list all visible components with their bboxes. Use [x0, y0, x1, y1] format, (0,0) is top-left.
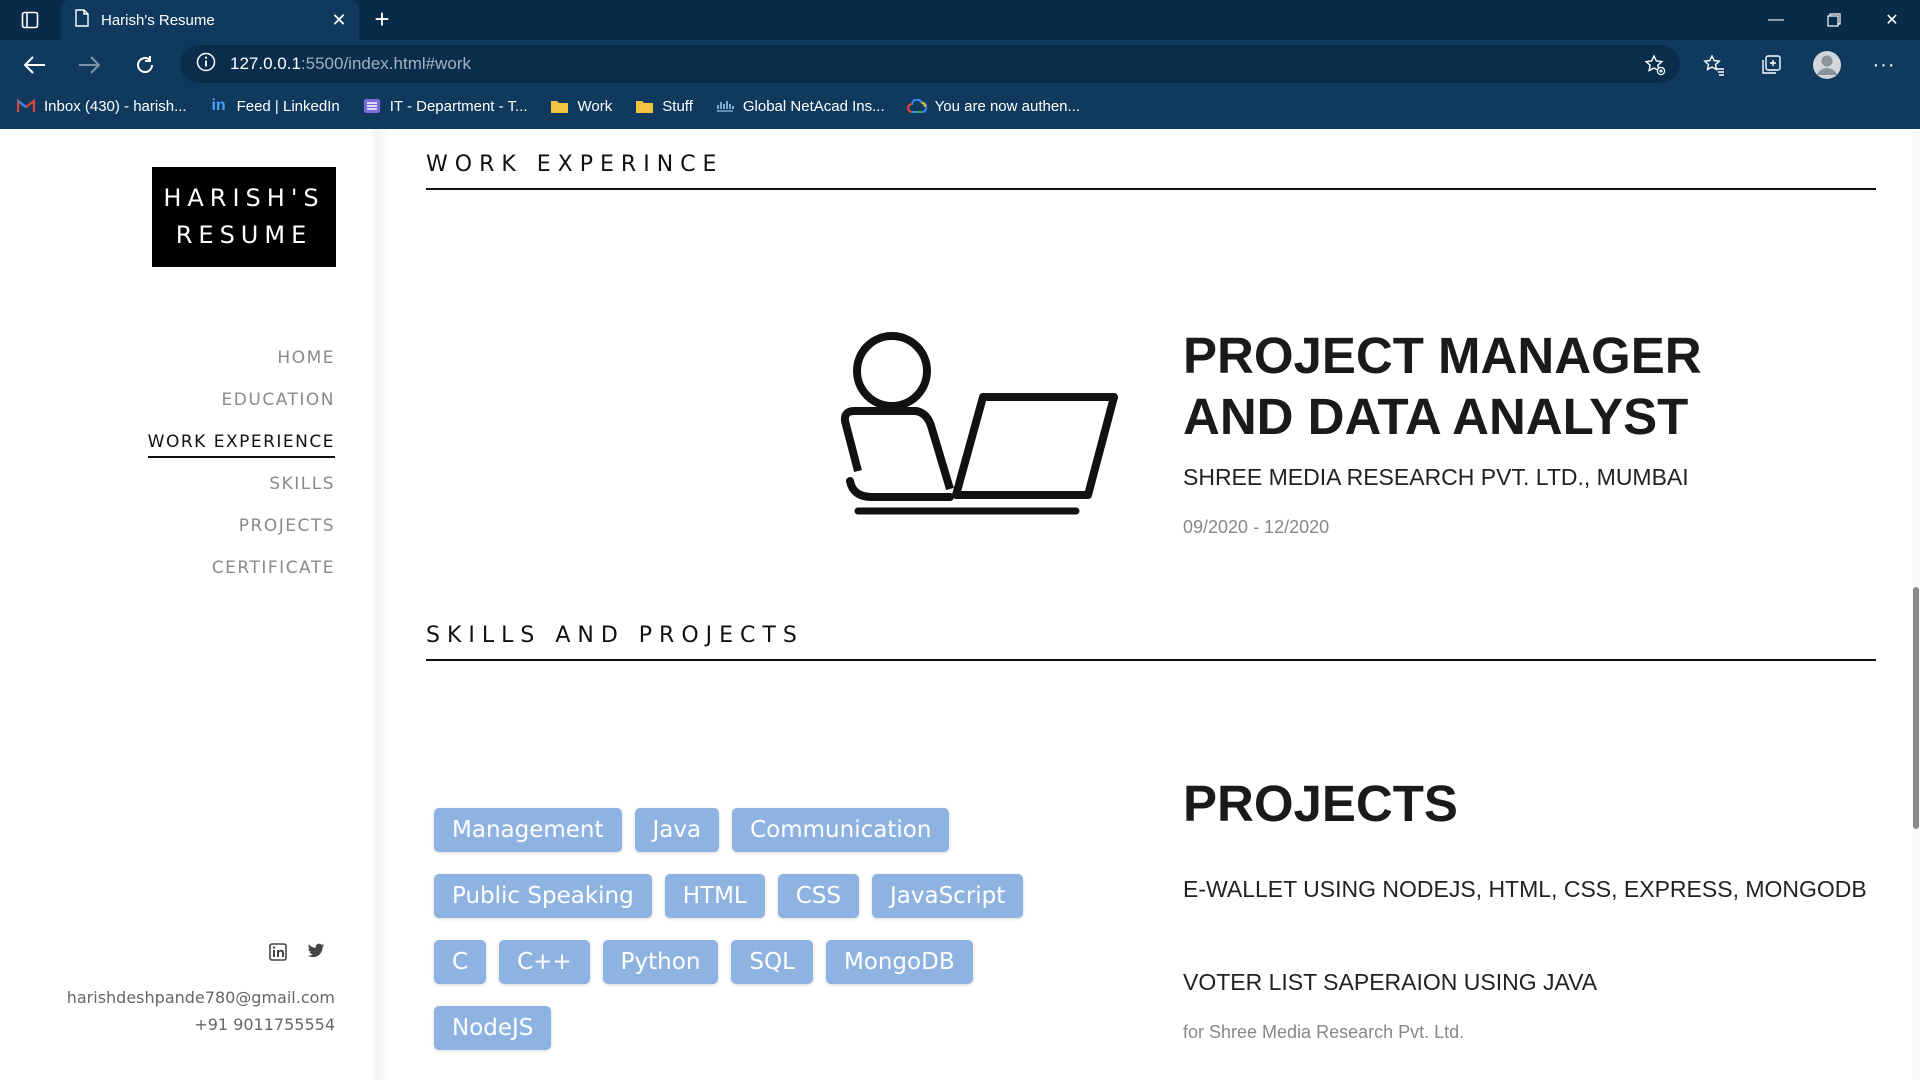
skill-badge-cpp: C++ [499, 940, 590, 984]
new-tab-icon[interactable]: + [366, 4, 398, 36]
address-bar-row: 127.0.0.1:5500/index.html#work ··· [0, 40, 1920, 88]
skill-badge-management: Management [434, 808, 622, 852]
person-at-laptop-icon [838, 329, 1123, 519]
bookmark-stuff[interactable]: Stuff [634, 97, 693, 115]
work-heading-rule [426, 188, 1876, 190]
phone-text: +91 9011755554 [194, 1015, 335, 1034]
nav-home[interactable]: HOME [85, 337, 335, 379]
skill-badge-html: HTML [664, 874, 765, 918]
bookmark-netacad[interactable]: Global NetAcad Ins... [715, 97, 885, 115]
netacad-icon [715, 97, 735, 115]
nav-skills[interactable]: SKILLS [85, 463, 335, 505]
skill-badge-c: C [434, 940, 487, 984]
skill-badge-javascript: JavaScript [872, 874, 1024, 918]
skill-badge-mongodb: MongoDB [825, 940, 973, 984]
favorites-icon[interactable] [1697, 48, 1731, 82]
bookmark-google-cloud[interactable]: You are now authen... [906, 97, 1080, 115]
skills-list: Management Java Communication Public Spe… [434, 808, 1084, 1050]
nav-projects[interactable]: PROJECTS [85, 505, 335, 547]
bookmark-linkedin[interactable]: in Feed | LinkedIn [209, 97, 339, 115]
gmail-icon [16, 97, 36, 115]
url-path: :5500/index.html#work [300, 54, 471, 73]
close-window-icon[interactable]: ✕ [1863, 0, 1920, 40]
tab-actions-icon[interactable] [14, 6, 46, 34]
project-subtitle: for Shree Media Research Pvt. Ltd. [1183, 1022, 1465, 1042]
skills-heading-rule [426, 659, 1876, 661]
browser-chrome: Harish's Resume ✕ + — ✕ 127.0.0.1:5500/i… [0, 0, 1920, 129]
more-menu-icon[interactable]: ··· [1867, 48, 1901, 82]
skill-badge-java: Java [634, 808, 720, 852]
project-item: E-WALLET USING NODEJS, HTML, CSS, EXPRES… [1183, 876, 1867, 902]
skills-projects-heading: SKILLS AND PROJECTS [426, 623, 804, 648]
social-links [269, 943, 325, 966]
sidebar-nav: HOME EDUCATION WORK EXPERIENCE SKILLS PR… [85, 337, 335, 589]
content-edge-shadow [375, 129, 389, 1080]
skill-badge-python: Python [602, 940, 719, 984]
job-dates: 09/2020 - 12/2020 [1183, 517, 1330, 537]
page-icon [75, 8, 89, 32]
google-cloud-icon [906, 97, 927, 115]
twitter-icon[interactable] [307, 943, 325, 966]
folder-icon [550, 97, 570, 115]
work-experience-heading: WORK EXPERINCE [426, 152, 724, 177]
collections-icon[interactable] [1754, 48, 1788, 82]
linkedin-icon[interactable] [269, 943, 287, 966]
bookmarks-bar: Inbox (430) - harish... in Feed | LinkedI… [0, 92, 1920, 120]
nav-education[interactable]: EDUCATION [85, 379, 335, 421]
tab-title: Harish's Resume [101, 11, 215, 29]
url-host: 127.0.0.1 [230, 54, 301, 73]
email-text[interactable]: harishdeshpande780@gmail.com [67, 984, 335, 1011]
profile-avatar[interactable] [1810, 48, 1844, 82]
bookmark-work[interactable]: Work [550, 97, 612, 115]
page-scrollbar[interactable] [1912, 129, 1920, 1080]
forward-icon[interactable] [72, 48, 106, 82]
bookmark-gmail[interactable]: Inbox (430) - harish... [16, 97, 187, 115]
skill-badge-css: CSS [777, 874, 859, 918]
site-info-icon[interactable] [196, 52, 216, 77]
resume-logo[interactable]: HARISH'S RESUME [152, 167, 336, 267]
linkedin-icon: in [211, 97, 226, 114]
folder-icon [634, 97, 654, 115]
logo-line-1: HARISH'S [163, 184, 325, 212]
logo-line-2: RESUME [175, 221, 313, 249]
browser-tab[interactable]: Harish's Resume ✕ [61, 0, 359, 40]
add-favorite-icon[interactable] [1638, 48, 1672, 82]
address-bar[interactable]: 127.0.0.1:5500/index.html#work [180, 45, 1680, 83]
projects-title: PROJECTS [1183, 775, 1458, 832]
close-tab-icon[interactable]: ✕ [325, 6, 353, 34]
skill-badge-nodejs: NodeJS [434, 1006, 552, 1050]
page-viewport: HARISH'S RESUME HOME EDUCATION WORK EXPE… [0, 129, 1920, 1080]
refresh-icon[interactable] [128, 48, 162, 82]
job-company: SHREE MEDIA RESEARCH PVT. LTD., MUMBAI [1183, 464, 1689, 490]
restore-icon[interactable] [1805, 0, 1863, 40]
skill-badge-communication: Communication [732, 808, 950, 852]
sidebar: HARISH'S RESUME HOME EDUCATION WORK EXPE… [0, 129, 374, 1080]
project-item: VOTER LIST SAPERAION USING JAVA [1183, 969, 1598, 995]
job-title: PROJECT MANAGER AND DATA ANALYST [1183, 327, 1702, 445]
back-icon[interactable] [18, 48, 52, 82]
scrollbar-thumb[interactable] [1913, 587, 1919, 829]
nav-certificate[interactable]: CERTIFICATE [85, 547, 335, 589]
contact-info: harishdeshpande780@gmail.com +91 9011755… [67, 984, 335, 1038]
nav-work-experience[interactable]: WORK EXPERIENCE [85, 421, 335, 463]
minimize-icon[interactable]: — [1747, 0, 1805, 40]
teams-icon [362, 97, 382, 115]
skill-badge-public-speaking: Public Speaking [434, 874, 652, 918]
bookmark-it-department[interactable]: IT - Department - T... [362, 97, 528, 115]
tab-strip: Harish's Resume ✕ + — ✕ [0, 0, 1920, 40]
skill-badge-sql: SQL [731, 940, 813, 984]
